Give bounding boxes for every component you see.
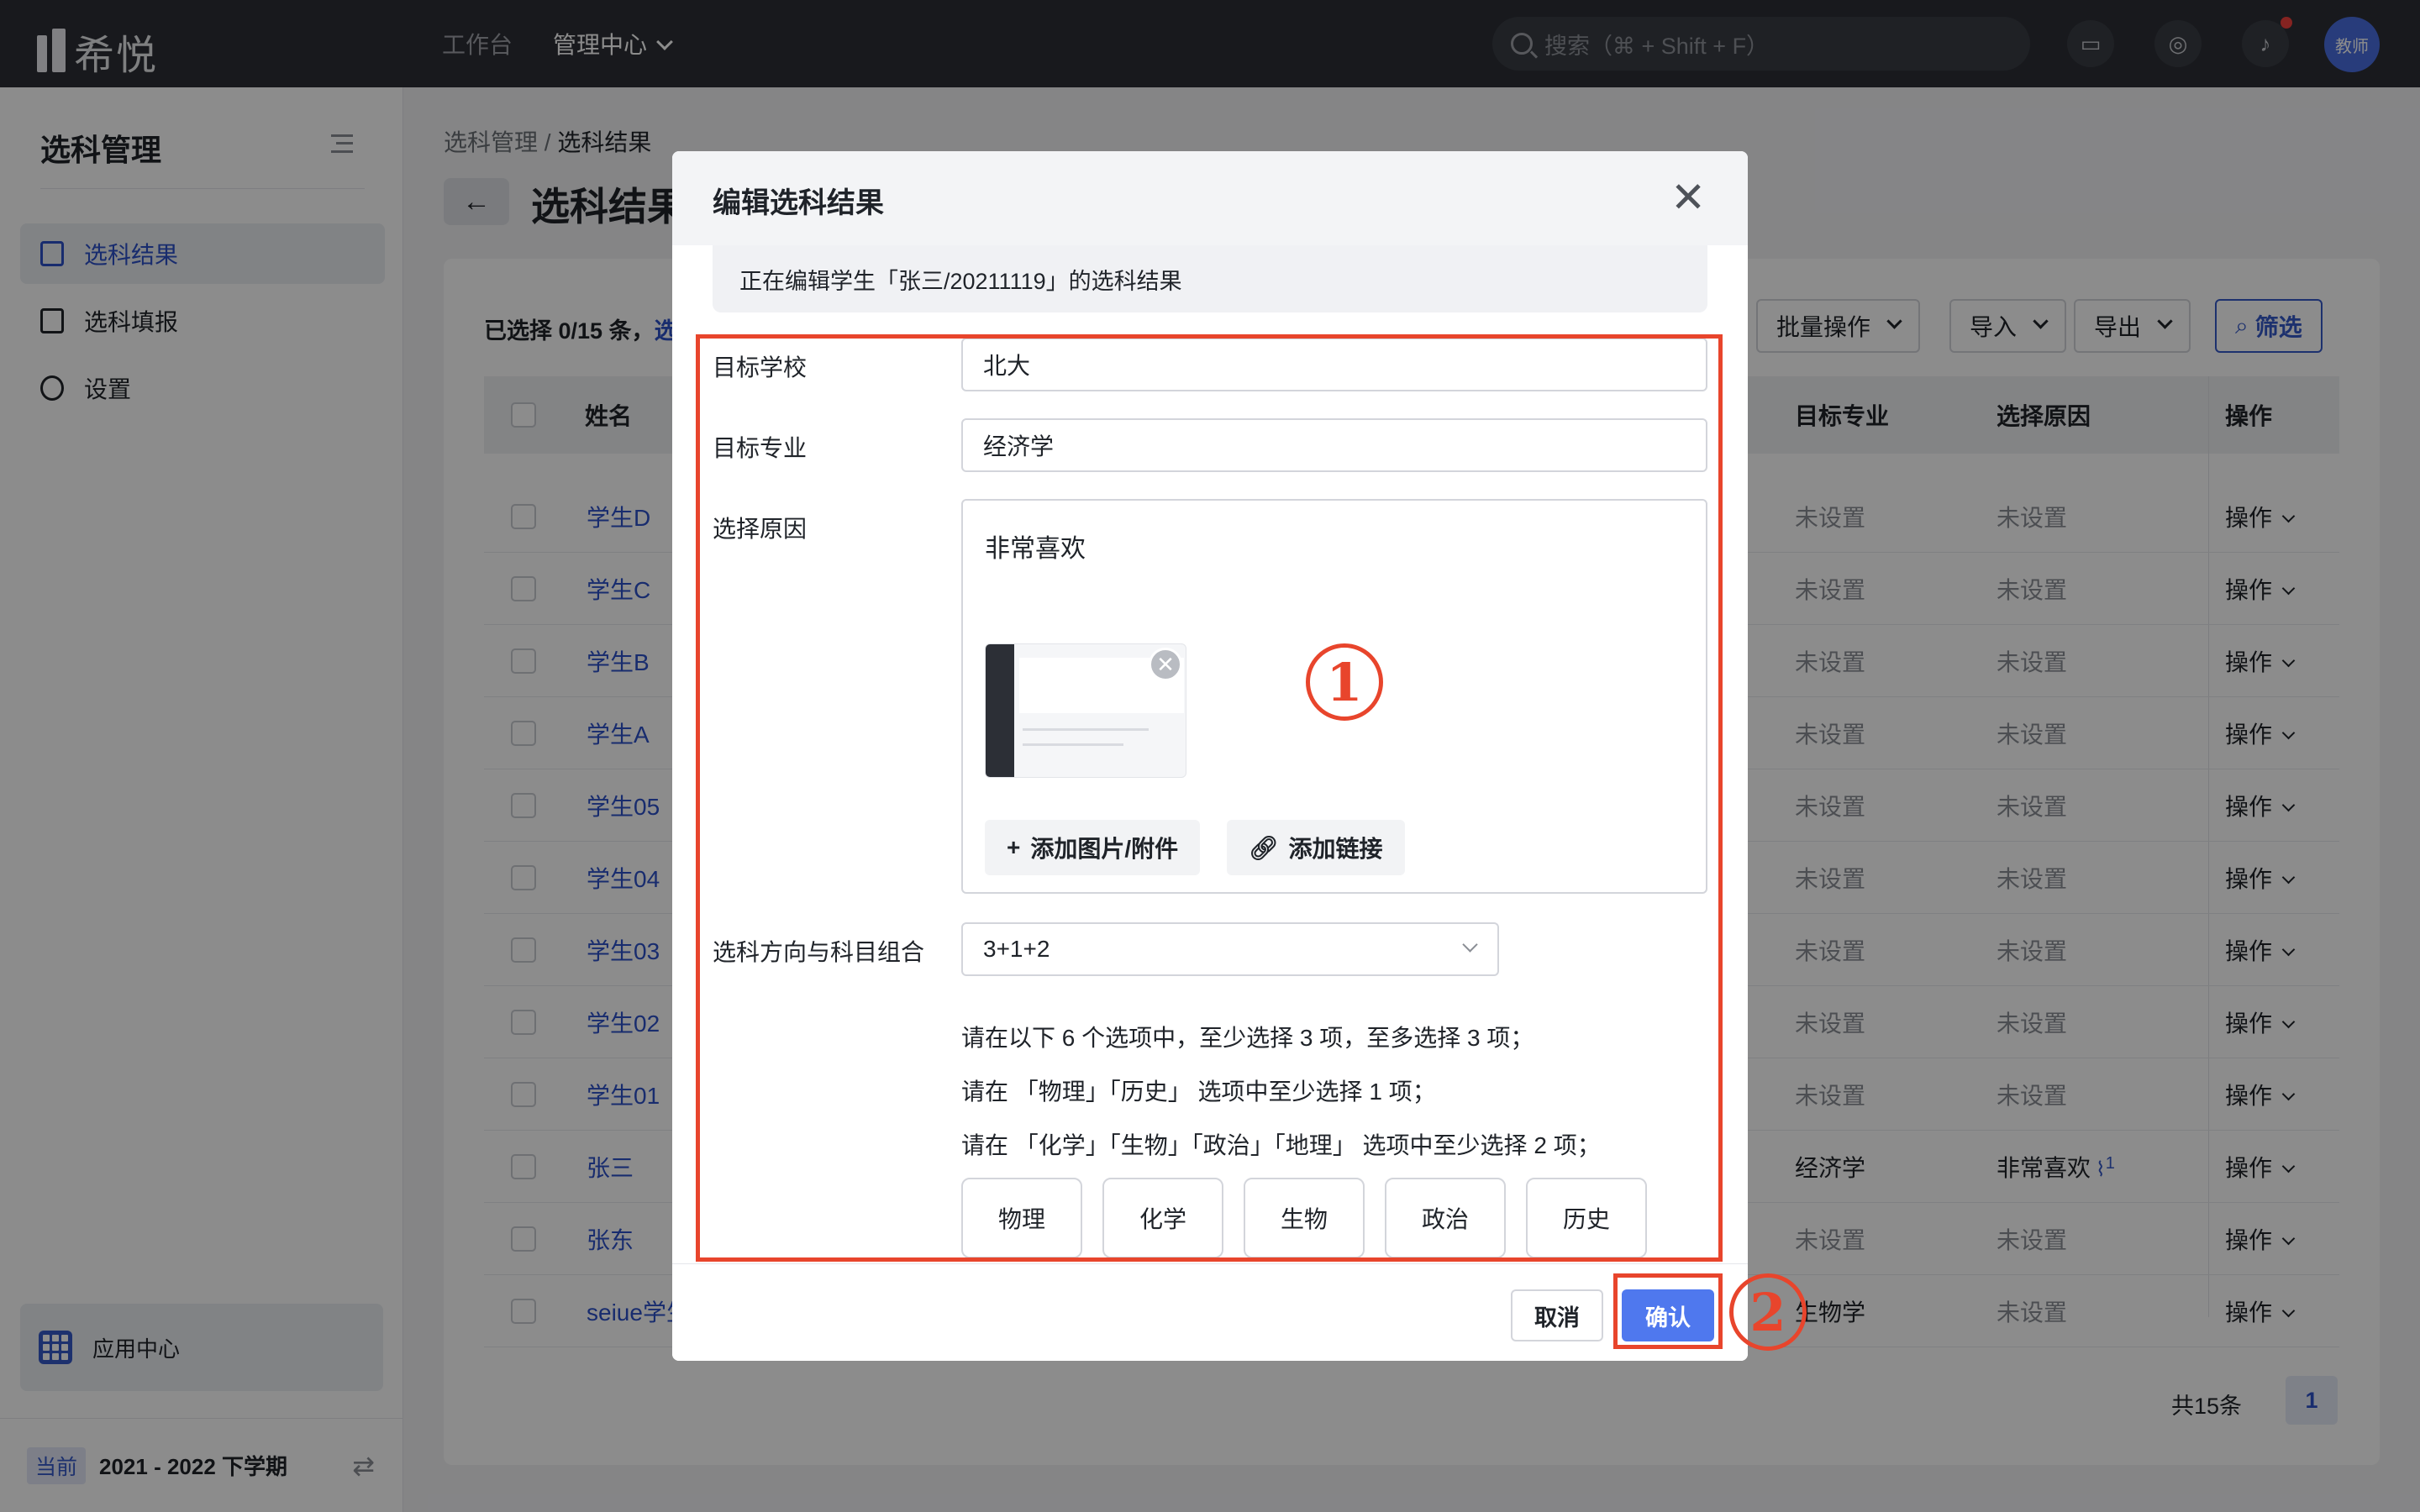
cancel-button[interactable]: 取消 bbox=[1511, 1289, 1603, 1341]
close-icon[interactable]: ✕ bbox=[1670, 173, 1706, 222]
editing-notice: 正在编辑学生「张三/20211119」的选科结果 bbox=[713, 245, 1707, 312]
dialog-title: 编辑选科结果 bbox=[713, 187, 884, 219]
dialog-footer: 取消 确认 bbox=[672, 1263, 1748, 1361]
annotation-box-2 bbox=[1613, 1273, 1723, 1349]
annotation-box-1 bbox=[696, 334, 1723, 1262]
annotation-number-2: 2 bbox=[1729, 1273, 1807, 1351]
dialog-header: 编辑选科结果 ✕ bbox=[672, 151, 1748, 245]
annotation-number-1: 1 bbox=[1306, 643, 1383, 721]
